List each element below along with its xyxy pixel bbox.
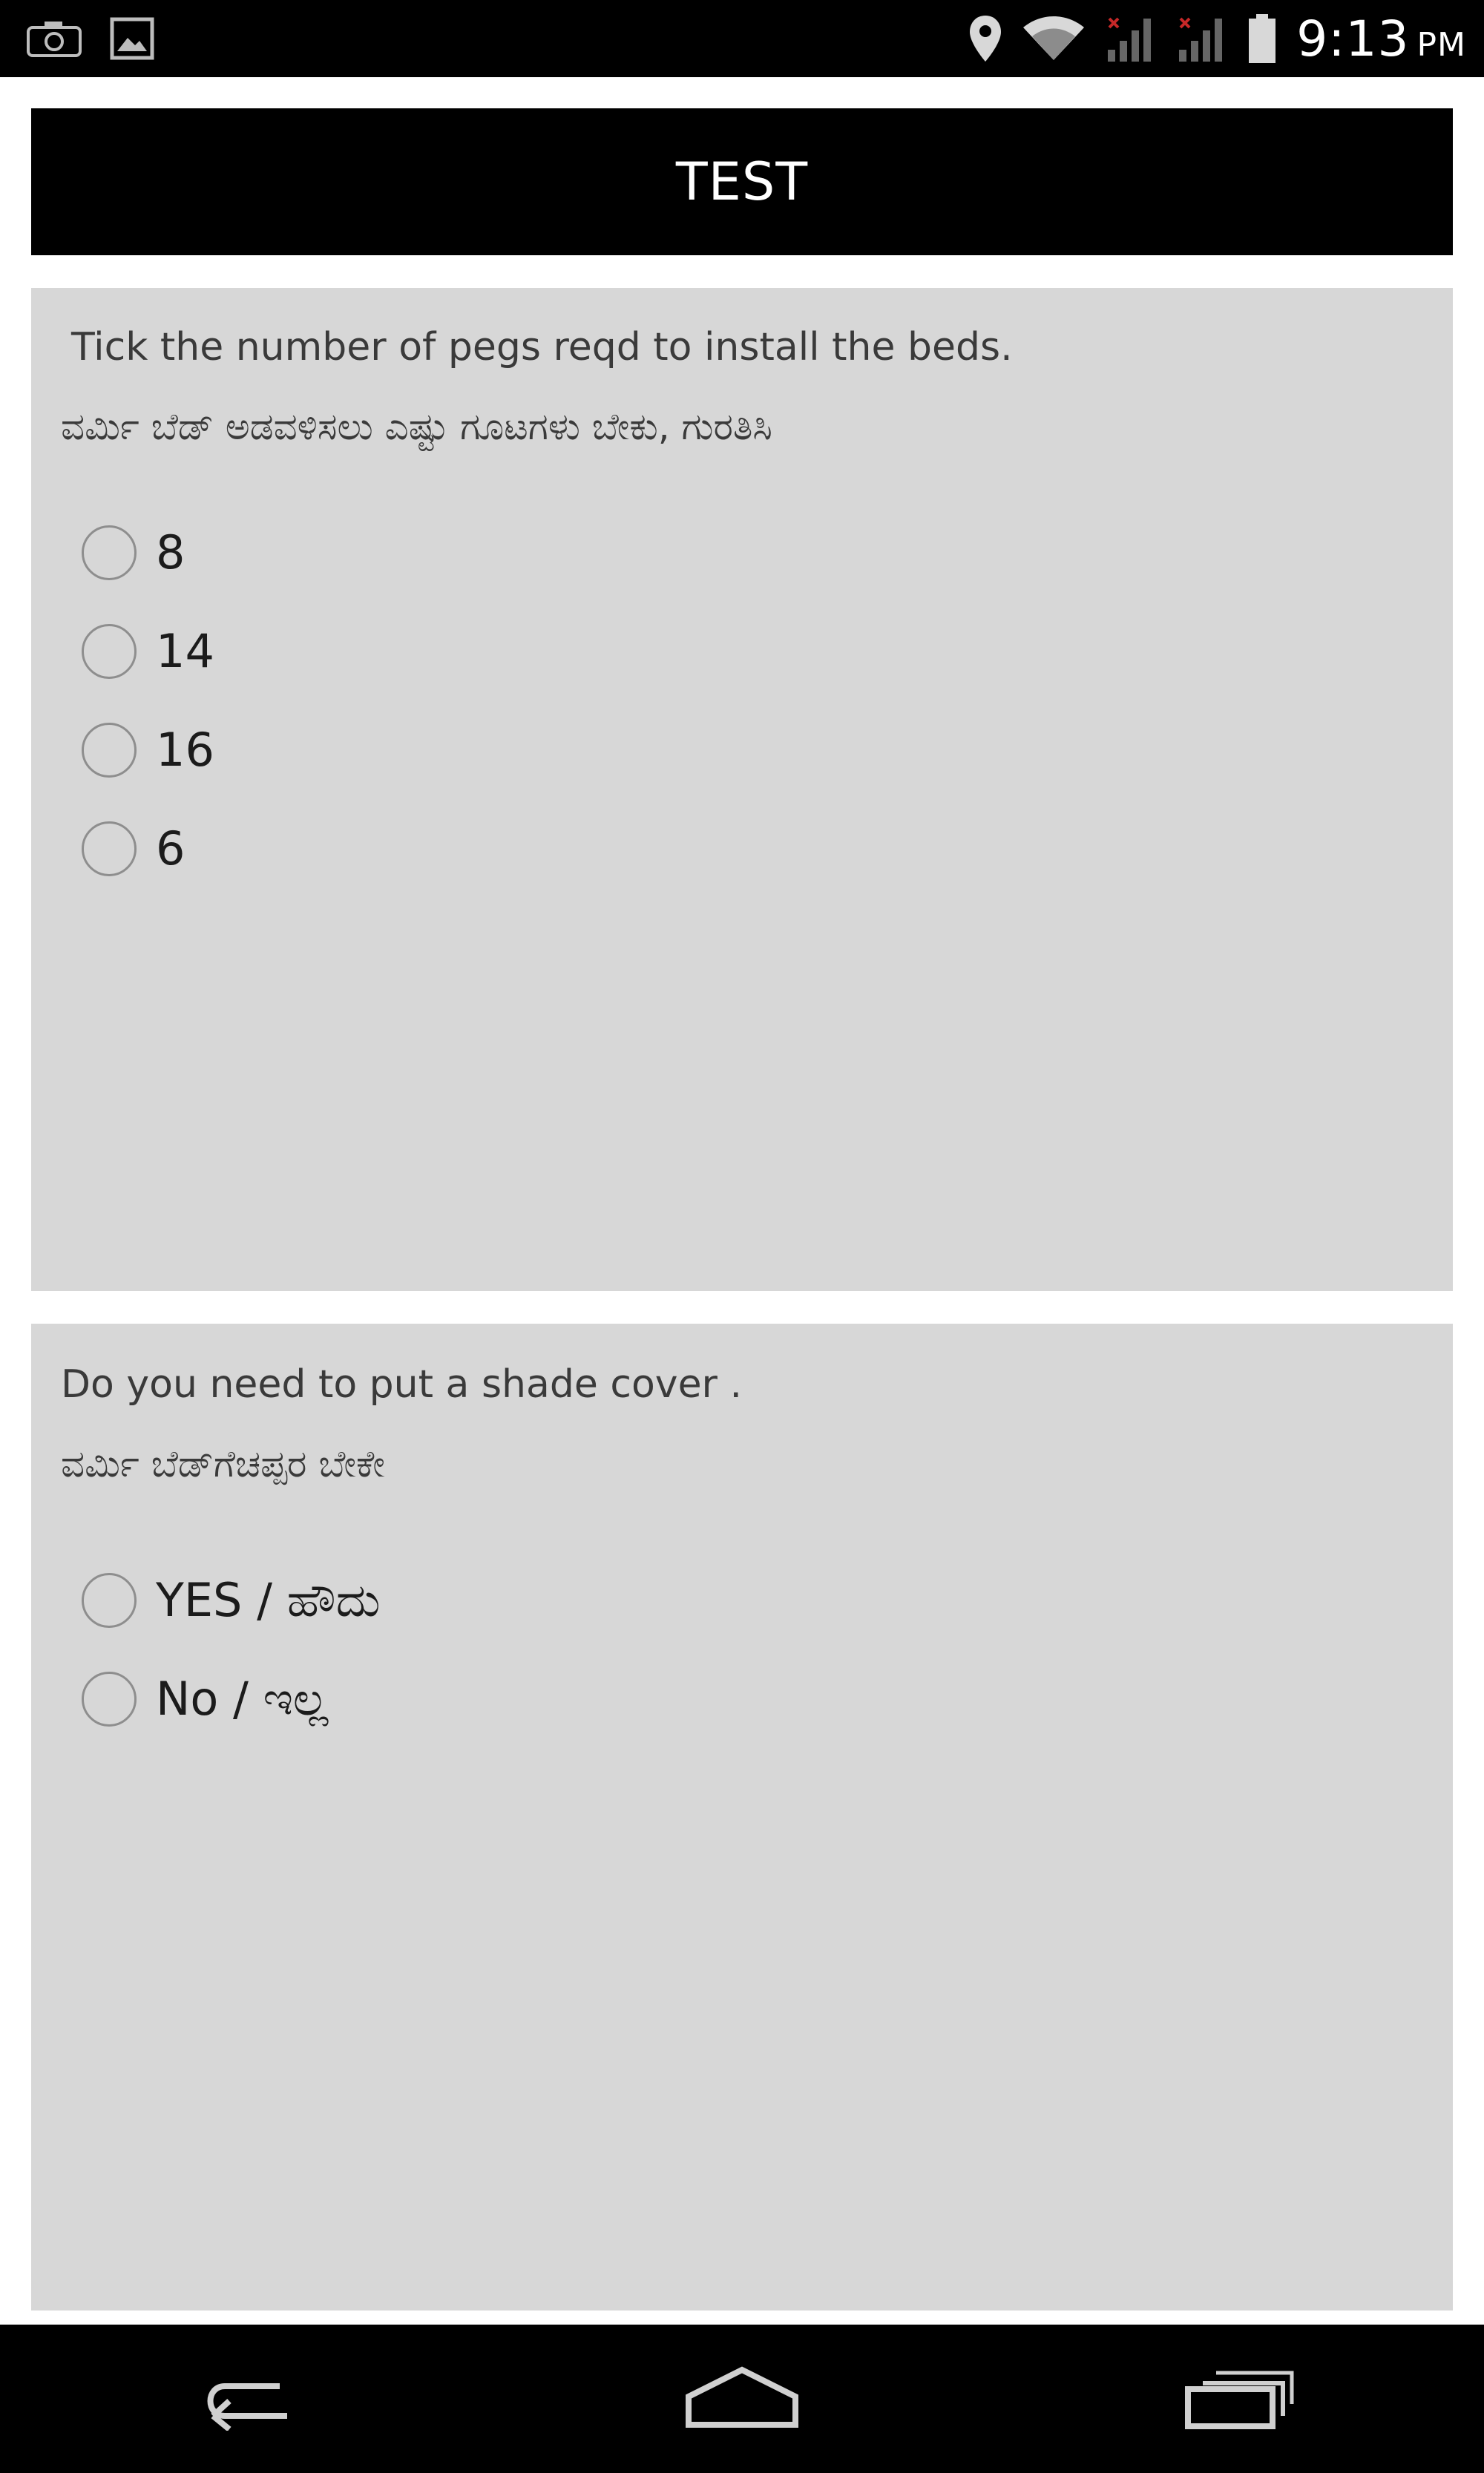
question-card: Tick the number of pegs reqd to install … — [31, 288, 1453, 1291]
radio-option[interactable]: 6 — [82, 799, 214, 898]
back-button[interactable] — [135, 2325, 358, 2473]
page-title: TEST — [675, 151, 809, 212]
wifi-icon — [1022, 16, 1086, 62]
battery-icon — [1247, 13, 1277, 65]
home-button[interactable] — [631, 2325, 853, 2473]
clock: 9:13 PM — [1296, 10, 1466, 68]
radio-option-label[interactable]: No / ಇಲ್ಲ — [156, 1672, 328, 1727]
radio-button[interactable] — [82, 1671, 137, 1727]
page-header: TEST — [31, 108, 1453, 255]
recents-icon — [1183, 2364, 1295, 2434]
radio-option[interactable]: No / ಇಲ್ಲ — [82, 1649, 381, 1748]
radio-option-label[interactable]: 16 — [156, 723, 214, 777]
radio-option-label[interactable]: 6 — [156, 821, 185, 876]
signal-icon — [1105, 14, 1157, 63]
radio-option-label[interactable]: 8 — [156, 525, 185, 579]
radio-button[interactable] — [82, 722, 137, 778]
home-icon — [683, 2364, 801, 2434]
radio-button[interactable] — [82, 821, 137, 876]
status-bar: 9:13 PM — [0, 0, 1484, 77]
clock-time: 9:13 — [1296, 10, 1410, 68]
radio-group: YES / ಹೌದು No / ಇಲ್ಲ — [82, 1551, 381, 1748]
radio-option-label[interactable]: YES / ಹೌದು — [156, 1573, 381, 1628]
radio-group: 8 14 16 6 — [82, 503, 214, 898]
signal-icon — [1176, 14, 1228, 63]
notification-icons — [25, 16, 154, 61]
radio-option[interactable]: 14 — [82, 602, 214, 700]
question-text-kannada: ವರ್ಮಿ ಬೆಡ್ ಅಡವಳಿಸಲು ಎಷ್ಟು ಗೂಟಗಳು ಬೇಕು, ಗ… — [61, 405, 772, 448]
location-icon — [968, 14, 1002, 63]
question-text-kannada: ವರ್ಮಿ ಬೆಡ್‌ಗೆಚಪ್ಪರ ಬೇಕೇ — [61, 1442, 385, 1485]
image-icon — [110, 17, 154, 60]
radio-option[interactable]: YES / ಹೌದು — [82, 1551, 381, 1649]
radio-option-label[interactable]: 14 — [156, 624, 214, 678]
back-icon — [191, 2364, 302, 2434]
question-card: Do you need to put a shade cover . ವರ್ಮಿ… — [31, 1324, 1453, 2311]
radio-button[interactable] — [82, 1572, 137, 1628]
radio-button[interactable] — [82, 525, 137, 580]
navigation-bar — [0, 2325, 1484, 2473]
recents-button[interactable] — [1128, 2325, 1350, 2473]
question-text-english: Tick the number of pegs reqd to install … — [71, 325, 1013, 370]
question-text-english: Do you need to put a shade cover . — [61, 1362, 742, 1407]
system-status-icons: 9:13 PM — [968, 0, 1466, 77]
radio-option[interactable]: 16 — [82, 700, 214, 799]
radio-option[interactable]: 8 — [82, 503, 214, 602]
radio-button[interactable] — [82, 623, 137, 679]
clock-ampm: PM — [1416, 25, 1466, 64]
camera-icon — [25, 19, 83, 59]
